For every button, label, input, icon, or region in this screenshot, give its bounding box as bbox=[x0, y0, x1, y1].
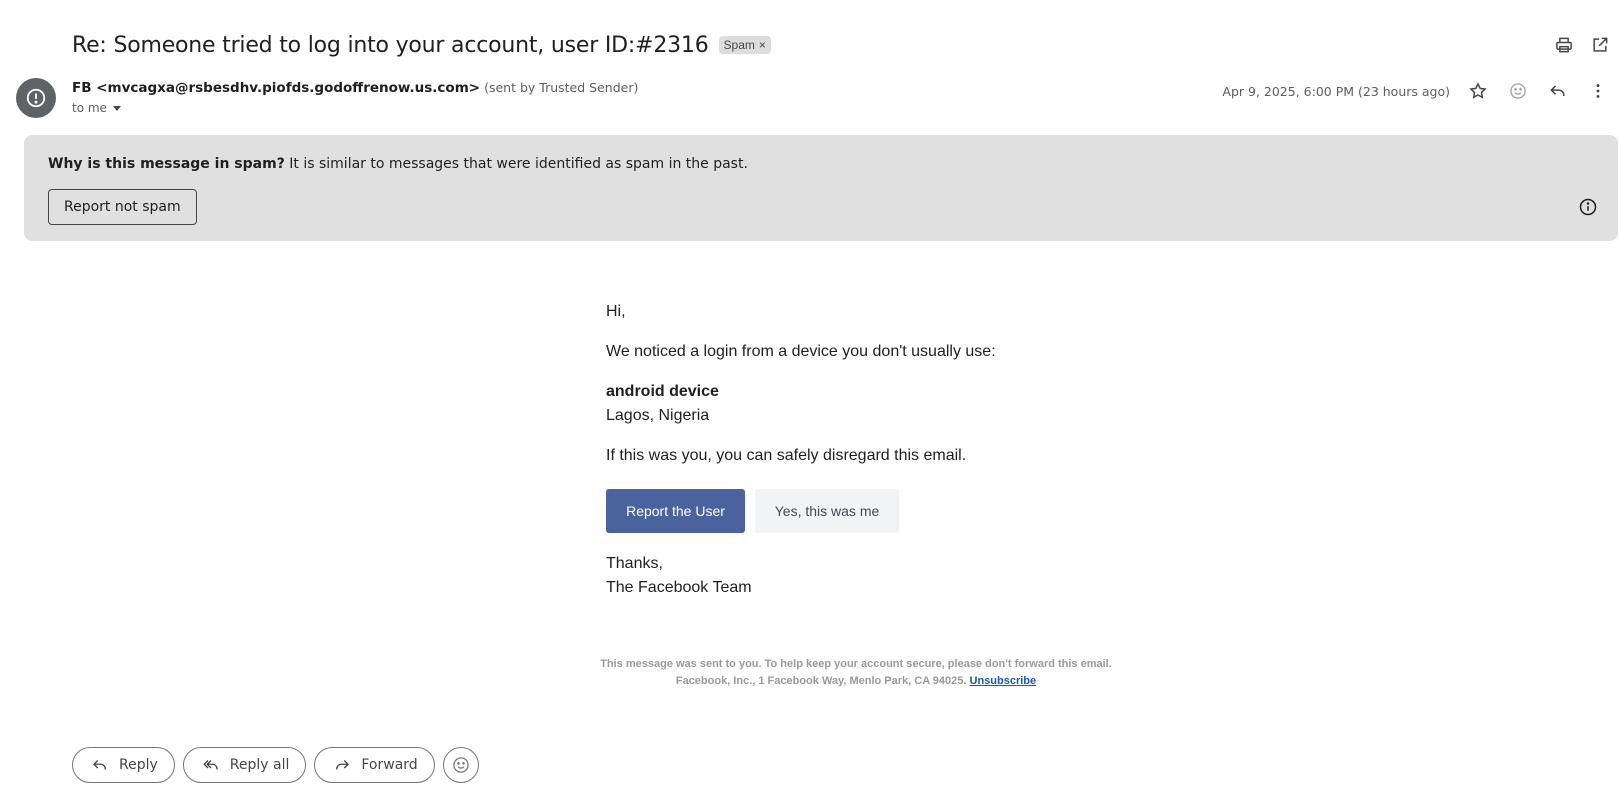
reply-actions: Reply Reply all Forward bbox=[72, 747, 479, 783]
email-subject: Re: Someone tried to log into your accou… bbox=[72, 32, 709, 58]
emoji-icon bbox=[452, 757, 469, 773]
chevron-down-icon bbox=[112, 105, 121, 111]
message-meta: Apr 9, 2025, 6:00 PM (23 hours ago) bbox=[1222, 76, 1618, 106]
open-in-new-window-icon[interactable] bbox=[1582, 30, 1618, 60]
spam-reason-text: It is similar to messages that were iden… bbox=[284, 156, 748, 172]
signature-text: The Facebook Team bbox=[606, 579, 752, 596]
top-toolbar bbox=[1546, 30, 1618, 60]
recipient-details-toggle[interactable]: to me bbox=[72, 101, 121, 115]
report-not-spam-button[interactable]: Report not spam bbox=[48, 189, 197, 225]
spam-warning-banner: Why is this message in spam? It is simil… bbox=[24, 135, 1618, 241]
reply-icon bbox=[93, 760, 106, 770]
subject-row: Re: Someone tried to log into your accou… bbox=[72, 28, 771, 62]
forward-icon bbox=[336, 760, 350, 770]
print-icon[interactable] bbox=[1546, 30, 1582, 60]
footer-line-1: This message was sent to you. To help ke… bbox=[600, 658, 1112, 670]
disregard-text: If this was you, you can safely disregar… bbox=[606, 447, 967, 464]
footer-address: Facebook, Inc., 1 Facebook Way, Menlo Pa… bbox=[675, 675, 967, 687]
reply-button[interactable]: Reply bbox=[72, 747, 175, 783]
spam-reason: Why is this message in spam? It is simil… bbox=[48, 156, 748, 172]
emoji-reaction-icon[interactable] bbox=[1498, 76, 1538, 106]
recipient-label: to me bbox=[72, 101, 107, 115]
unsubscribe-link[interactable]: Unsubscribe bbox=[970, 675, 1037, 687]
spam-label-text: Spam bbox=[723, 38, 755, 52]
remove-label-icon[interactable]: × bbox=[759, 38, 766, 52]
emoji-react-button[interactable] bbox=[442, 747, 479, 783]
cta-buttons: Report the User Yes, this was me bbox=[606, 489, 899, 533]
reply-all-button[interactable]: Reply all bbox=[182, 747, 307, 783]
spam-reason-title: Why is this message in spam? bbox=[48, 156, 285, 172]
sender-avatar[interactable] bbox=[16, 78, 56, 118]
reply-all-label: Reply all bbox=[229, 757, 290, 773]
sender-line: FB <mvcagxa@rsbesdhv.piofds.godoffrenow.… bbox=[72, 80, 638, 96]
report-user-button[interactable]: Report the User bbox=[606, 489, 745, 533]
star-icon[interactable] bbox=[1458, 76, 1498, 106]
device-name: android device bbox=[606, 383, 719, 400]
device-location: Lagos, Nigeria bbox=[606, 407, 710, 424]
greeting-text: Hi, bbox=[606, 303, 626, 320]
sender-note: (sent by Trusted Sender) bbox=[484, 80, 639, 95]
yes-this-was-me-button[interactable]: Yes, this was me bbox=[755, 489, 899, 533]
more-vert-icon[interactable] bbox=[1578, 76, 1618, 106]
forward-button[interactable]: Forward bbox=[314, 747, 435, 783]
login-notice-text: We noticed a login from a device you don… bbox=[606, 343, 996, 360]
reply-label: Reply bbox=[119, 757, 158, 773]
reply-icon[interactable] bbox=[1538, 76, 1578, 106]
warning-icon bbox=[26, 88, 46, 108]
spam-label-chip[interactable]: Spam × bbox=[718, 36, 771, 54]
sender-address[interactable]: FB <mvcagxa@rsbesdhv.piofds.godoffrenow.… bbox=[72, 80, 480, 96]
message-date: Apr 9, 2025, 6:00 PM (23 hours ago) bbox=[1222, 83, 1450, 99]
reply-all-icon bbox=[203, 760, 218, 770]
info-icon[interactable] bbox=[1576, 195, 1600, 219]
footer-line-2: Facebook, Inc., 1 Facebook Way, Menlo Pa… bbox=[556, 673, 1156, 690]
email-footer: This message was sent to you. To help ke… bbox=[556, 656, 1156, 690]
thanks-text: Thanks, bbox=[606, 555, 663, 572]
forward-label: Forward bbox=[361, 757, 418, 773]
